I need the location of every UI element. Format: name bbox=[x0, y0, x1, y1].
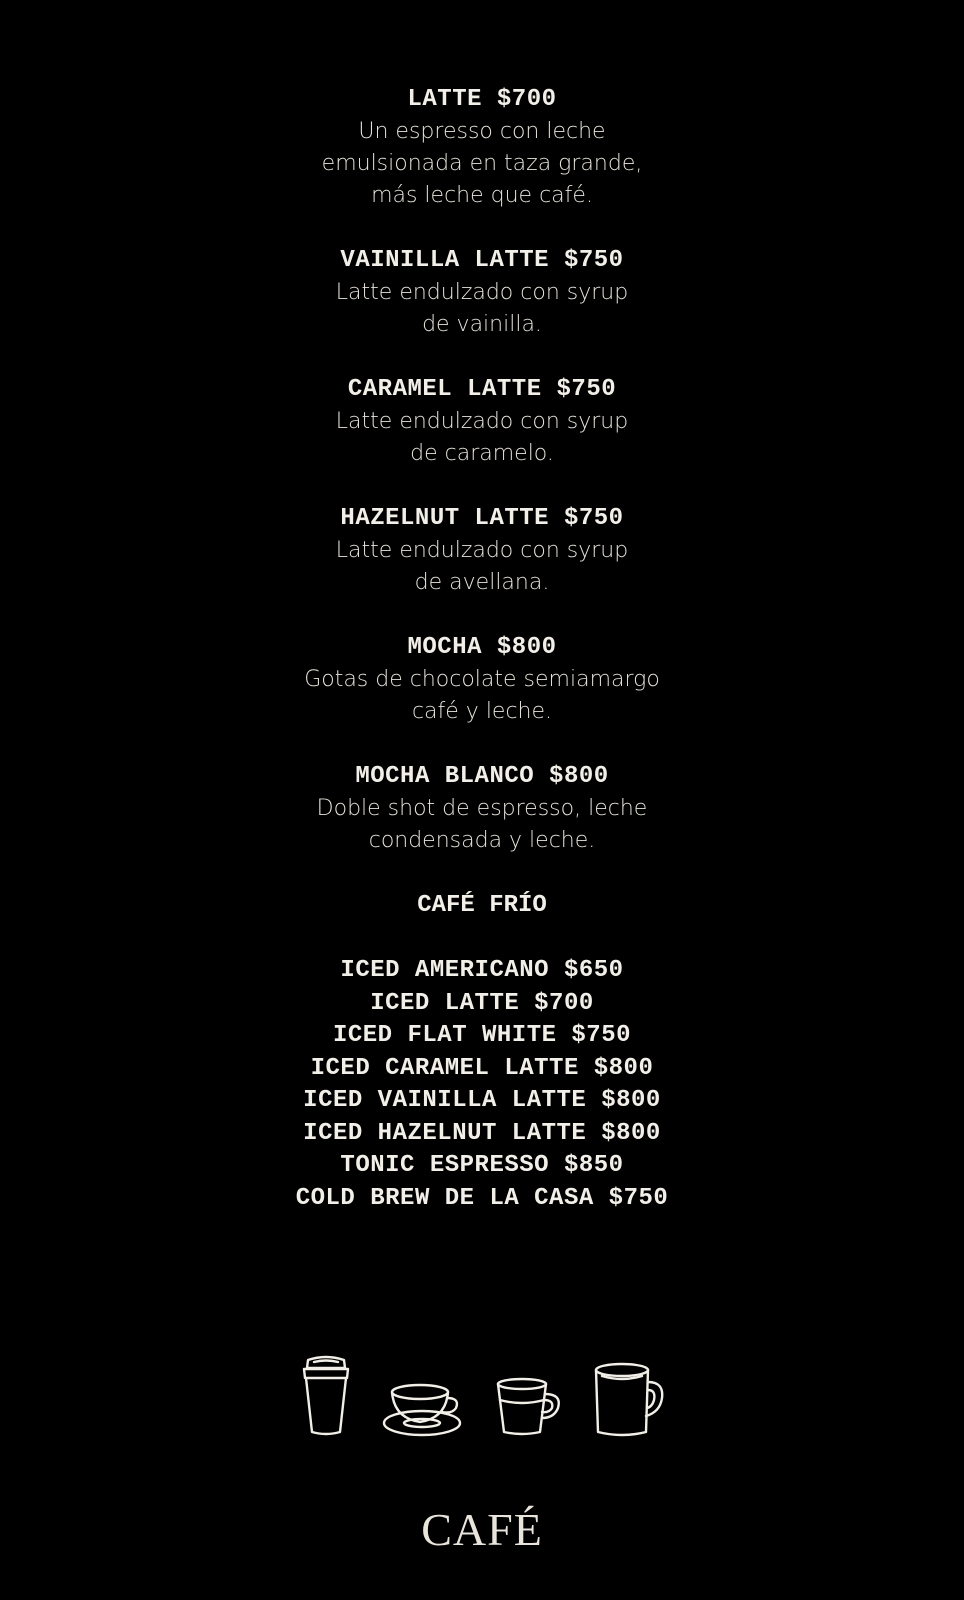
menu-item-title: CARAMEL LATTE $750 bbox=[347, 376, 617, 403]
menu-item-latte: LATTE $700 Un espresso con leche emulsio… bbox=[0, 84, 964, 212]
espresso-glass-icon bbox=[496, 1377, 560, 1436]
list-item: ICED VAINILLA LATTE $800 bbox=[303, 1087, 661, 1114]
menu-item-description: Gotas de chocolate semiamargo café y lec… bbox=[304, 667, 660, 724]
menu-item-title: MOCHA BLANCO $800 bbox=[355, 763, 609, 790]
footer-title: CAFÉ bbox=[421, 1504, 543, 1555]
list-item: ICED HAZELNUT LATTE $800 bbox=[303, 1119, 661, 1147]
cup-and-saucer-icon bbox=[382, 1383, 462, 1437]
menu-item-description: Un espresso con leche emulsionada en taz… bbox=[321, 119, 643, 208]
menu-item-caramel-latte: CARAMEL LATTE $750 Latte endulzado con s… bbox=[0, 374, 964, 470]
takeaway-cup-icon bbox=[302, 1355, 350, 1436]
menu-item-mocha: MOCHA $800 Gotas de chocolate semiamargo… bbox=[0, 632, 964, 728]
mug-icon bbox=[594, 1362, 664, 1437]
list-item: ICED FLAT WHITE $750 bbox=[332, 1022, 632, 1049]
cold-drinks-list: ICED AMERICANO $650 ICED LATTE $700 ICED… bbox=[0, 955, 964, 1215]
menu-item-mocha-blanco: MOCHA BLANCO $800 Doble shot de espresso… bbox=[0, 761, 964, 857]
list-item: ICED AMERICANO $650 bbox=[340, 957, 624, 984]
menu-item-vainilla-latte: VAINILLA LATTE $750 Latte endulzado con … bbox=[0, 245, 964, 341]
menu-item-title: VAINILLA LATTE $750 bbox=[340, 247, 624, 274]
menu: LATTE $700 Un espresso con leche emulsio… bbox=[0, 84, 964, 1215]
coffee-icons-row bbox=[0, 1352, 964, 1438]
menu-item-title: LATTE $700 bbox=[407, 86, 557, 113]
menu-item-description: Latte endulzado con syrup de caramelo. bbox=[335, 409, 629, 466]
menu-item-description: Doble shot de espresso, leche condensada… bbox=[316, 796, 648, 853]
list-item: ICED LATTE $700 bbox=[370, 989, 594, 1017]
list-item: COLD BREW DE LA CASA $750 bbox=[295, 1184, 669, 1212]
menu-item-description: Latte endulzado con syrup de vainilla. bbox=[335, 280, 629, 337]
menu-item-description: Latte endulzado con syrup de avellana. bbox=[335, 538, 629, 595]
cold-section-title: CAFÉ FRÍO bbox=[417, 892, 547, 919]
list-item: TONIC ESPRESSO $850 bbox=[340, 1152, 624, 1179]
menu-item-title: HAZELNUT LATTE $750 bbox=[340, 505, 624, 532]
menu-item-hazelnut-latte: HAZELNUT LATTE $750 Latte endulzado con … bbox=[0, 503, 964, 599]
menu-item-title: MOCHA $800 bbox=[407, 634, 557, 661]
list-item: ICED CARAMEL LATTE $800 bbox=[310, 1054, 654, 1082]
